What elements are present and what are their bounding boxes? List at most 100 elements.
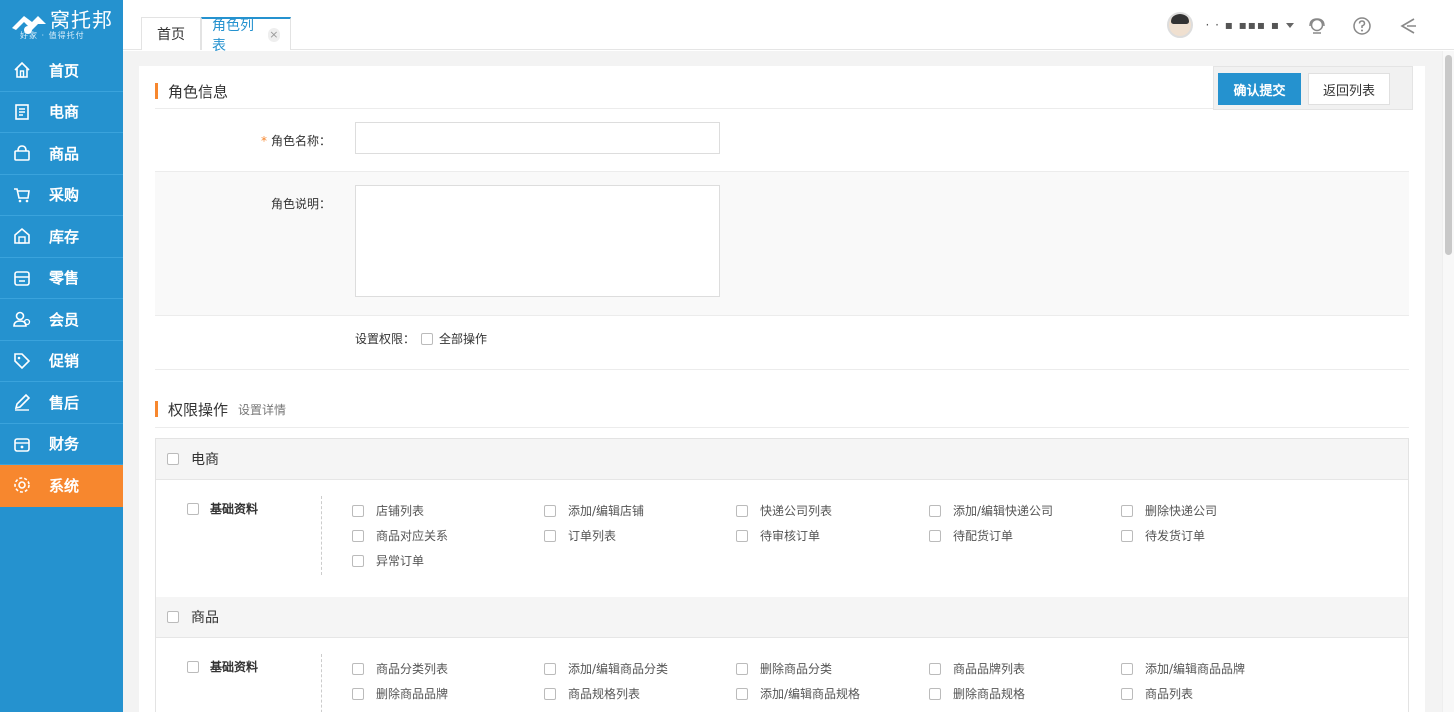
sidebar-item-members[interactable]: 会员 [0, 299, 123, 341]
section-permissions-title: 权限操作 [168, 400, 229, 419]
permission-option[interactable]: 待发货订单 [1121, 527, 1205, 544]
user-menu[interactable]: · · ▪ ▪▪▪ ▪ [1167, 12, 1294, 38]
option-checkbox[interactable] [736, 687, 748, 700]
sidebar-item-basket[interactable]: 商品 [0, 133, 123, 175]
permission-option[interactable]: 添加/编辑商品规格 [736, 685, 860, 702]
confirm-submit-button[interactable]: 确认提交 [1218, 73, 1301, 105]
sidebar-item-label: 库存 [49, 227, 80, 246]
subgroup-checkbox[interactable] [187, 660, 199, 673]
option-label: 异常订单 [376, 554, 425, 568]
permission-option[interactable]: 订单列表 [544, 527, 616, 544]
option-checkbox[interactable] [1121, 687, 1133, 700]
permission-group-header: 电商 [156, 439, 1408, 480]
permission-option[interactable]: 删除商品分类 [736, 660, 832, 677]
option-checkbox[interactable] [544, 687, 556, 700]
sidebar-item-document[interactable]: 电商 [0, 92, 123, 133]
section-role-info: 角色信息 [155, 81, 228, 101]
permission-option[interactable]: 待审核订单 [736, 527, 820, 544]
option-checkbox[interactable] [352, 662, 364, 675]
required-mark: * [260, 134, 267, 148]
basket-icon [12, 143, 32, 163]
option-checkbox[interactable] [736, 504, 748, 517]
option-checkbox[interactable] [544, 529, 556, 542]
option-checkbox[interactable] [736, 662, 748, 675]
back-to-list-button[interactable]: 返回列表 [1308, 73, 1390, 105]
option-label: 订单列表 [568, 529, 617, 543]
sidebar-item-wallet[interactable]: 财务 [0, 424, 123, 465]
sidebar-item-store[interactable]: 零售 [0, 258, 123, 299]
logo[interactable]: 窝托邦 好家 · 值得托付 [0, 0, 123, 50]
sidebar-item-label: 促销 [49, 352, 80, 371]
option-checkbox[interactable] [1121, 529, 1133, 542]
tab-role-list[interactable]: 角色列表 × [201, 17, 291, 54]
permission-table: 电商 基础资料 店铺列表 添加/编辑店铺 快递公司列表 添加/编辑快递公司 删除快递公司 商品… [155, 438, 1409, 712]
pencil-icon [12, 392, 32, 412]
permission-option[interactable]: 待配货订单 [929, 527, 1013, 544]
option-label: 添加/编辑商品规格 [760, 687, 861, 701]
sidebar-item-cart[interactable]: 采购 [0, 175, 123, 216]
option-checkbox[interactable] [1121, 662, 1133, 675]
option-label: 待发货订单 [1145, 529, 1206, 543]
scrollbar[interactable] [1442, 51, 1454, 712]
tab-close-icon[interactable]: × [267, 27, 280, 42]
sidebar-item-pencil[interactable]: 售后 [0, 382, 123, 424]
tab-home[interactable]: 首页 [141, 17, 201, 50]
option-checkbox[interactable] [352, 687, 364, 700]
support-icon[interactable] [1306, 15, 1328, 37]
option-checkbox[interactable] [929, 662, 941, 675]
option-checkbox[interactable] [352, 504, 364, 517]
sidebar-item-label: 电商 [49, 103, 80, 122]
cart-icon [12, 185, 32, 205]
role-name-label-text: 角色名称： [270, 134, 331, 148]
perm-all-label: 全部操作 [439, 332, 488, 346]
group-checkbox[interactable] [167, 611, 179, 623]
help-icon[interactable] [1351, 15, 1373, 37]
option-label: 添加/编辑商品分类 [568, 662, 669, 676]
option-label: 添加/编辑快递公司 [953, 504, 1054, 518]
permission-option[interactable]: 商品分类列表 [352, 660, 448, 677]
chevron-down-icon [1286, 22, 1294, 28]
permission-option[interactable]: 添加/编辑店铺 [544, 502, 644, 519]
perm-all-checkbox[interactable] [421, 332, 434, 345]
sidebar-item-label: 售后 [49, 393, 80, 412]
option-checkbox[interactable] [544, 504, 556, 517]
option-checkbox[interactable] [736, 529, 748, 542]
role-desc-textarea[interactable] [355, 185, 720, 297]
permission-option[interactable]: 添加/编辑快递公司 [929, 502, 1053, 519]
permission-option[interactable]: 商品品牌列表 [929, 660, 1025, 677]
subgroup-checkbox[interactable] [187, 502, 199, 515]
sidebar-item-tag[interactable]: 促销 [0, 341, 123, 382]
group-checkbox[interactable] [167, 453, 179, 465]
option-label: 店铺列表 [376, 504, 425, 518]
section-role-info-title: 角色信息 [168, 82, 229, 101]
role-desc-row: 角色说明： [155, 172, 1409, 316]
option-checkbox[interactable] [929, 504, 941, 517]
permission-option[interactable]: 添加/编辑商品品牌 [1121, 660, 1245, 677]
permission-option[interactable]: 异常订单 [352, 552, 424, 569]
sidebar-item-settings[interactable]: 系统 [0, 465, 123, 507]
avatar [1167, 12, 1194, 38]
tab-home-label: 首页 [157, 27, 185, 43]
option-checkbox[interactable] [352, 554, 364, 567]
sidebar-item-warehouse[interactable]: 库存 [0, 216, 123, 258]
permission-option[interactable]: 添加/编辑商品分类 [544, 660, 668, 677]
option-checkbox[interactable] [929, 687, 941, 700]
logout-icon[interactable] [1397, 15, 1419, 37]
permission-option[interactable]: 商品对应关系 [352, 527, 448, 544]
permission-option[interactable]: 删除商品品牌 [352, 685, 448, 702]
permission-option[interactable]: 快递公司列表 [736, 502, 832, 519]
permission-option[interactable]: 店铺列表 [352, 502, 424, 519]
permission-option[interactable]: 商品列表 [1121, 685, 1193, 702]
scroll-thumb[interactable] [1445, 55, 1452, 255]
permission-option[interactable]: 删除快递公司 [1121, 502, 1217, 519]
option-checkbox[interactable] [1121, 504, 1133, 517]
sidebar-item-label: 商品 [49, 144, 80, 163]
option-label: 商品规格列表 [568, 687, 641, 701]
sidebar-item-home[interactable]: 首页 [0, 50, 123, 92]
option-checkbox[interactable] [929, 529, 941, 542]
option-checkbox[interactable] [544, 662, 556, 675]
role-name-input[interactable] [355, 122, 720, 154]
option-checkbox[interactable] [352, 529, 364, 542]
permission-option[interactable]: 删除商品规格 [929, 685, 1025, 702]
permission-option[interactable]: 商品规格列表 [544, 685, 640, 702]
